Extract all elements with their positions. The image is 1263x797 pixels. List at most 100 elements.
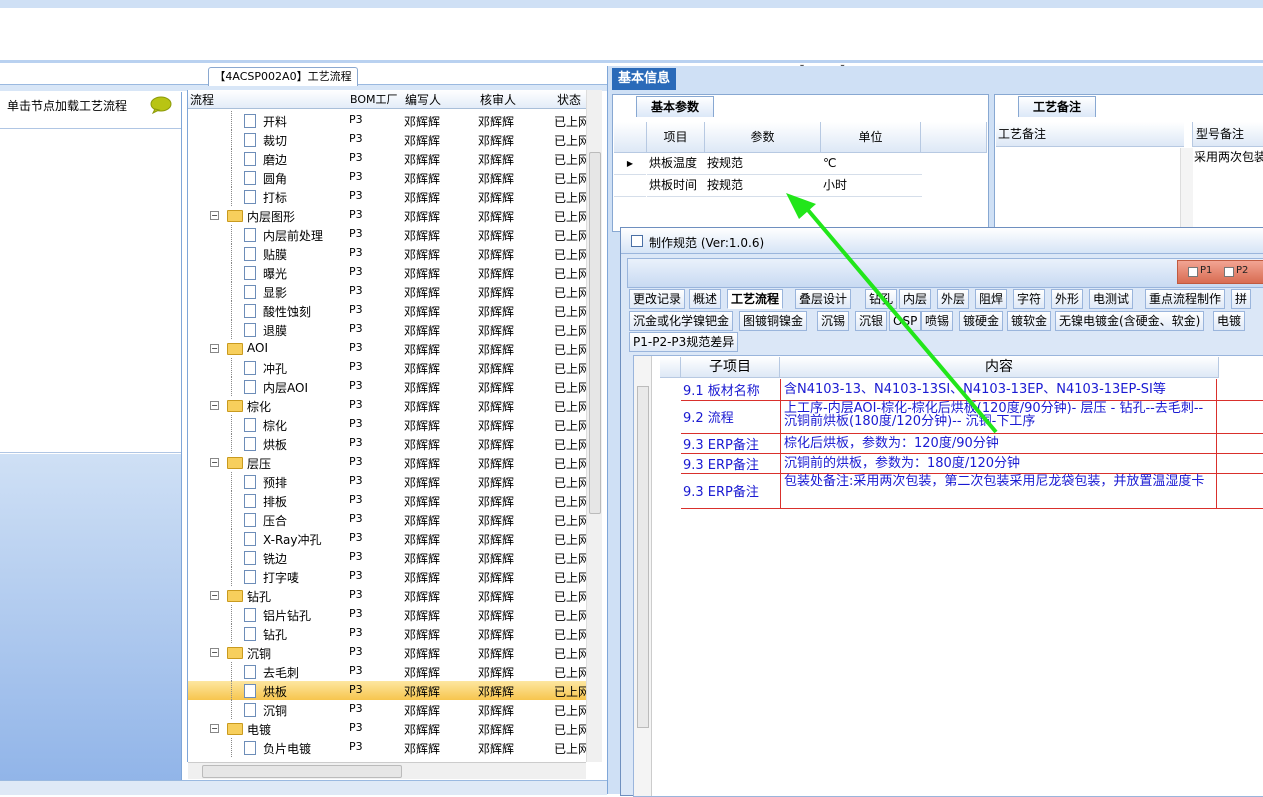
spec-row[interactable]: 9.2 流程 上工序-内层AOI-棕化-棕化后烘板(120度/90分钟)- 层压 …	[681, 400, 1263, 434]
tab-spec[interactable]: 字符	[1013, 289, 1046, 309]
table-row[interactable]: 打字唛 P3 邓辉辉 邓辉辉 已上网	[188, 567, 590, 586]
table-row[interactable]: 曝光 P3 邓辉辉 邓辉辉 已上网	[188, 263, 590, 282]
collapse-toggle[interactable]: −	[210, 211, 219, 220]
tab-spec[interactable]: 沉锡	[817, 311, 850, 331]
tab-spec[interactable]: 镀硬金	[959, 311, 1004, 331]
spec-row[interactable]: 9.3 ERP备注 包装处备注:采用两次包装，第二次包装采用尼龙袋包装，并放置温湿…	[681, 473, 1263, 509]
table-row[interactable]: 铝片钻孔 P3 邓辉辉 邓辉辉 已上网	[188, 605, 590, 624]
table-row[interactable]: 铣边 P3 邓辉辉 邓辉辉 已上网	[188, 548, 590, 567]
col-header-reviewer[interactable]: 核审人	[480, 91, 516, 108]
col-header-process[interactable]: 流程	[190, 91, 214, 108]
tab-spec[interactable]: 喷锡	[921, 311, 954, 331]
process-grid[interactable]: 流程 BOM工厂 编写人 核审人 状态 开料 P3 邓辉辉 邓辉辉 已上网 裁切 P3 邓辉辉…	[187, 90, 602, 762]
table-row[interactable]: 贴膜 P3 邓辉辉 邓辉辉 已上网	[188, 244, 590, 263]
tab-spec[interactable]: 沉银	[855, 311, 888, 331]
table-row[interactable]: X-Ray冲孔 P3 邓辉辉 邓辉辉 已上网	[188, 529, 590, 548]
col-header-bom[interactable]: BOM工厂	[350, 91, 398, 107]
col-header-content[interactable]: 内容	[780, 357, 1219, 378]
table-row[interactable]: 去毛刺 P3 邓辉辉 邓辉辉 已上网	[188, 662, 590, 681]
table-row[interactable]: − 棕化 P3 邓辉辉 邓辉辉 已上网	[188, 396, 590, 415]
table-row[interactable]: 显影 P3 邓辉辉 邓辉辉 已上网	[188, 282, 590, 301]
collapse-toggle[interactable]: −	[210, 648, 219, 657]
tab-spec[interactable]: 更改记录	[629, 289, 686, 309]
spec-row[interactable]: 9.1 板材名称 含N4103-13、N4103-13SI、N4103-13EP、…	[681, 379, 1263, 401]
collapse-toggle[interactable]: −	[210, 458, 219, 467]
table-row[interactable]: 排板 P3 邓辉辉 邓辉辉 已上网	[188, 491, 590, 510]
spec-row[interactable]: 9.3 ERP备注 棕化后烘板，参数为：120度/90分钟	[681, 433, 1263, 454]
col-header-model-notes[interactable]: 型号备注	[1192, 122, 1263, 147]
tab-spec[interactable]: 工艺流程	[727, 289, 784, 309]
tab-spec[interactable]: 外形	[1051, 289, 1084, 309]
table-row[interactable]: 内层AOI P3 邓辉辉 邓辉辉 已上网	[188, 377, 590, 396]
tab-spec[interactable]: 钻孔	[865, 289, 898, 309]
col-header-item[interactable]: 项目	[647, 122, 705, 153]
param-value-cell[interactable]: 按规范	[705, 175, 822, 197]
collapse-toggle[interactable]: −	[210, 344, 219, 353]
spec-grid-vscroll[interactable]	[634, 356, 652, 796]
tab-spec[interactable]: OSP	[889, 311, 922, 331]
table-row[interactable]: − 内层图形 P3 邓辉辉 邓辉辉 已上网	[188, 206, 590, 225]
tab-spec[interactable]: 拼	[1231, 289, 1252, 309]
tab-spec[interactable]: 电测试	[1089, 289, 1134, 309]
tab-basic-params[interactable]: 基本参数	[636, 96, 714, 117]
table-row[interactable]: 酸性蚀刻 P3 邓辉辉 邓辉辉 已上网	[188, 301, 590, 320]
table-row[interactable]: 沉铜 P3 邓辉辉 邓辉辉 已上网	[188, 700, 590, 719]
scroll-thumb[interactable]	[589, 152, 601, 514]
craft-notes-scrollbar[interactable]	[1180, 148, 1193, 228]
collapse-toggle[interactable]: −	[210, 591, 219, 600]
collapse-toggle[interactable]: −	[210, 724, 219, 733]
param-item-cell[interactable]: 烘板时间	[647, 175, 706, 197]
param-item-cell[interactable]: 烘板温度	[647, 153, 706, 175]
process-tab[interactable]: 【4ACSP002A0】工艺流程	[208, 67, 358, 86]
param-value-cell[interactable]: 按规范	[705, 153, 822, 175]
table-row[interactable]: 烘板 P3 邓辉辉 邓辉辉 已上网	[188, 681, 590, 700]
model-notes-value[interactable]: 采用两次包装	[1194, 148, 1263, 165]
table-row[interactable]: 打标 P3 邓辉辉 邓辉辉 已上网	[188, 187, 590, 206]
col-header-status[interactable]: 状态	[557, 91, 581, 108]
table-row[interactable]: − AOI P3 邓辉辉 邓辉辉 已上网	[188, 339, 590, 358]
dialog-titlebar[interactable]: 制作规范 (Ver:1.0.6)	[621, 228, 1263, 254]
table-row[interactable]: 圆角 P3 邓辉辉 邓辉辉 已上网	[188, 168, 590, 187]
col-header-craft-notes[interactable]: 工艺备注	[996, 122, 1184, 147]
param-unit-cell[interactable]: ℃	[821, 153, 922, 175]
tab-spec[interactable]: 图镀铜镍金	[739, 311, 808, 331]
table-row[interactable]: 钻孔 P3 邓辉辉 邓辉辉 已上网	[188, 624, 590, 643]
speech-bubble-icon[interactable]	[150, 96, 172, 114]
table-row[interactable]: 开料 P3 邓辉辉 邓辉辉 已上网	[188, 111, 590, 130]
param-unit-cell[interactable]: 小时	[821, 175, 922, 197]
col-header-editor[interactable]: 编写人	[405, 91, 441, 108]
scroll-thumb[interactable]	[637, 386, 649, 728]
table-row[interactable]: − 层压 P3 邓辉辉 邓辉辉 已上网	[188, 453, 590, 472]
table-row[interactable]: 退膜 P3 邓辉辉 邓辉辉 已上网	[188, 320, 590, 339]
tab-spec[interactable]: 沉金或化学镍钯金	[629, 311, 734, 331]
table-row[interactable]: 裁切 P3 邓辉辉 邓辉辉 已上网	[188, 130, 590, 149]
spec-row[interactable]: 9.3 ERP备注 沉铜前的烘板，参数为：180度/120分钟	[681, 453, 1263, 474]
tab-spec[interactable]: 无镍电镀金(含硬金、软金)	[1055, 311, 1205, 331]
tab-spec[interactable]: 内层	[899, 289, 932, 309]
tab-spec[interactable]: 镀软金	[1007, 311, 1052, 331]
table-row[interactable]: 冲孔 P3 邓辉辉 邓辉辉 已上网	[188, 358, 590, 377]
table-row[interactable]: 预排 P3 邓辉辉 邓辉辉 已上网	[188, 472, 590, 491]
table-row[interactable]: 烘板 P3 邓辉辉 邓辉辉 已上网	[188, 434, 590, 453]
tab-basic-info[interactable]: 基本信息	[612, 68, 676, 90]
col-header-param[interactable]: 参数	[705, 122, 821, 153]
col-header-subitem[interactable]: 子项目	[681, 357, 780, 378]
tab-spec[interactable]: 叠层设计	[795, 289, 852, 309]
table-row[interactable]: − 沉铜 P3 邓辉辉 邓辉辉 已上网	[188, 643, 590, 662]
process-grid-hscroll[interactable]	[188, 762, 586, 779]
scroll-thumb[interactable]	[202, 765, 402, 778]
tab-spec[interactable]: 概述	[689, 289, 722, 309]
collapse-toggle[interactable]: −	[210, 401, 219, 410]
tab-spec[interactable]: 重点流程制作	[1145, 289, 1226, 309]
tab-craft-notes[interactable]: 工艺备注	[1018, 96, 1096, 117]
table-row[interactable]: 压合 P3 邓辉辉 邓辉辉 已上网	[188, 510, 590, 529]
table-row[interactable]: 负片电镀 P3 邓辉辉 邓辉辉 已上网	[188, 738, 590, 757]
table-row[interactable]: − 钻孔 P3 邓辉辉 邓辉辉 已上网	[188, 586, 590, 605]
process-grid-vscroll[interactable]	[586, 90, 602, 762]
table-row[interactable]: 棕化 P3 邓辉辉 邓辉辉 已上网	[188, 415, 590, 434]
table-row[interactable]: − 电镀 P3 邓辉辉 邓辉辉 已上网	[188, 719, 590, 738]
tab-spec[interactable]: 外层	[937, 289, 970, 309]
table-row[interactable]: 内层前处理 P3 邓辉辉 邓辉辉 已上网	[188, 225, 590, 244]
tab-spec[interactable]: 阻焊	[975, 289, 1008, 309]
col-header-unit[interactable]: 单位	[821, 122, 921, 153]
